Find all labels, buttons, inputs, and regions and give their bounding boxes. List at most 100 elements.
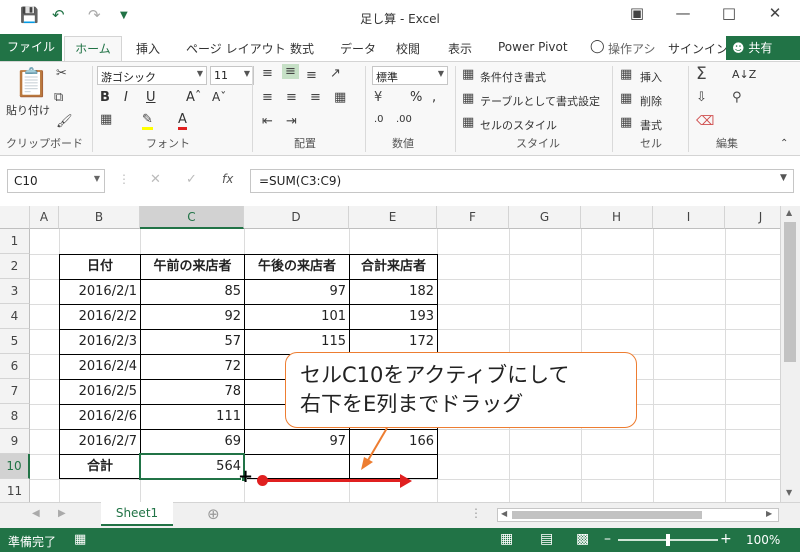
column-header[interactable]: B (59, 206, 140, 229)
increase-decimal-icon[interactable]: .0 (374, 114, 384, 125)
font-name-combo[interactable]: 游ゴシック ▼ (97, 66, 207, 85)
tab-view[interactable]: 表示 (448, 40, 472, 57)
font-color-icon[interactable]: A (178, 112, 187, 130)
table-header[interactable]: 午前の来店者 (141, 254, 244, 279)
new-sheet-icon[interactable]: ⊕ (207, 505, 220, 523)
format-as-table-button[interactable]: テーブルとして書式設定 (480, 93, 600, 109)
borders-icon[interactable]: ▦ (100, 112, 112, 127)
bold-icon[interactable]: B (100, 90, 110, 105)
scroll-thumb[interactable] (784, 222, 796, 362)
format-painter-icon[interactable]: 🖌 (56, 114, 73, 129)
find-select-icon[interactable]: ⚲ (732, 90, 742, 105)
cut-icon[interactable]: ✂ (56, 66, 67, 81)
row-header[interactable]: 1 (0, 229, 30, 254)
align-right-icon[interactable]: ≡ (310, 90, 321, 105)
morning-cell[interactable]: 85 (141, 279, 244, 304)
hscroll-thumb[interactable] (512, 511, 702, 519)
tab-data[interactable]: データ (340, 40, 376, 57)
macro-record-icon[interactable]: ▦ (74, 532, 86, 547)
scroll-right-icon[interactable]: ▶ (766, 509, 772, 518)
row-header[interactable]: 3 (0, 279, 30, 304)
increase-indent-icon[interactable]: ⇥ (286, 114, 297, 129)
morning-cell[interactable]: 78 (141, 379, 244, 404)
date-cell[interactable]: 2016/2/5 (60, 379, 140, 404)
row-header-selected[interactable]: 10 (0, 454, 30, 479)
tab-review[interactable]: 校閲 (396, 40, 420, 57)
zoom-out-icon[interactable]: – (604, 531, 611, 547)
expand-formula-icon[interactable]: ▼ (780, 173, 787, 183)
align-bottom-icon[interactable]: ≡ (306, 68, 317, 83)
total-cell[interactable]: 172 (350, 329, 437, 354)
orientation-icon[interactable]: ↗ (330, 66, 341, 81)
column-header[interactable]: A (30, 206, 59, 229)
format-cells-button[interactable]: 書式 (640, 117, 662, 133)
align-center-icon[interactable]: ≡ (286, 90, 297, 105)
page-break-view-icon[interactable]: ▩ (576, 531, 589, 547)
italic-icon[interactable]: I (124, 90, 128, 105)
afternoon-cell[interactable]: 115 (245, 329, 349, 354)
column-header[interactable]: F (437, 206, 509, 229)
normal-view-icon[interactable]: ▦ (500, 531, 513, 547)
date-cell[interactable]: 2016/2/6 (60, 404, 140, 429)
table-header[interactable]: 合計来店者 (350, 254, 437, 279)
morning-cell[interactable]: 69 (141, 429, 244, 454)
fill-icon[interactable]: ⇩ (696, 90, 707, 105)
delete-cells-button[interactable]: 削除 (640, 93, 662, 109)
tab-formulas[interactable]: 数式 (290, 40, 314, 57)
afternoon-cell[interactable]: 101 (245, 304, 349, 329)
comma-icon[interactable]: , (432, 90, 436, 105)
table-header[interactable]: 日付 (60, 254, 140, 279)
insert-cells-button[interactable]: 挿入 (640, 69, 662, 85)
column-header[interactable]: D (244, 206, 349, 229)
total-cell[interactable]: 193 (350, 304, 437, 329)
font-size-combo[interactable]: 11 ▼ (210, 66, 254, 85)
column-header[interactable]: H (581, 206, 653, 229)
percent-icon[interactable]: % (410, 90, 422, 105)
row-header[interactable]: 8 (0, 404, 30, 429)
column-header[interactable]: G (509, 206, 581, 229)
scroll-left-icon[interactable]: ◀ (501, 509, 507, 518)
column-header[interactable]: E (349, 206, 437, 229)
merge-center-icon[interactable]: ▦ (334, 90, 346, 105)
ribbon-display-icon[interactable]: ▣ (622, 4, 652, 22)
tab-page-layout[interactable]: ページ レイアウト (186, 40, 286, 57)
insert-function-icon[interactable]: fx (222, 172, 233, 186)
total-cell[interactable]: 182 (350, 279, 437, 304)
scroll-up-icon[interactable]: ▲ (786, 208, 792, 217)
fill-color-icon[interactable]: ✎ (142, 112, 153, 130)
prev-sheet-icon[interactable]: ◀ (32, 508, 40, 519)
tab-power-pivot[interactable]: Power Pivot (498, 40, 568, 54)
column-header[interactable]: I (653, 206, 725, 229)
tab-file[interactable]: ファイル (0, 34, 62, 61)
row-header[interactable]: 7 (0, 379, 30, 404)
tab-home[interactable]: ホーム (64, 36, 122, 62)
row-header[interactable]: 5 (0, 329, 30, 354)
autosum-icon[interactable]: Σ (696, 64, 707, 84)
clear-icon[interactable]: ⌫ (696, 114, 714, 129)
cancel-icon[interactable]: ✕ (150, 172, 161, 187)
date-cell[interactable]: 2016/2/7 (60, 429, 140, 454)
collapse-ribbon-icon[interactable]: ⌃ (780, 138, 788, 149)
number-format-combo[interactable]: 標準 ▼ (372, 66, 448, 85)
date-cell[interactable]: 2016/2/4 (60, 354, 140, 379)
decrease-indent-icon[interactable]: ⇤ (262, 114, 273, 129)
morning-cell[interactable]: 111 (141, 404, 244, 429)
column-header-selected[interactable]: C (140, 206, 244, 229)
zoom-in-icon[interactable]: + (720, 531, 732, 547)
grow-font-icon[interactable]: Aˆ (186, 90, 201, 105)
conditional-format-button[interactable]: 条件付き書式 (480, 69, 546, 85)
align-top-icon[interactable]: ≡ (262, 66, 273, 81)
shrink-font-icon[interactable]: Aˇ (212, 90, 226, 104)
row-header[interactable]: 6 (0, 354, 30, 379)
row-header[interactable]: 4 (0, 304, 30, 329)
paste-icon[interactable]: 📋 (14, 66, 49, 99)
row-header[interactable]: 11 (0, 479, 30, 502)
decrease-decimal-icon[interactable]: .00 (396, 114, 412, 125)
afternoon-cell[interactable]: 97 (245, 279, 349, 304)
zoom-level[interactable]: 100% (746, 533, 780, 547)
tell-me-box[interactable]: 操作アシ (608, 40, 656, 57)
row-header[interactable]: 9 (0, 429, 30, 454)
next-sheet-icon[interactable]: ▶ (58, 508, 66, 519)
date-cell[interactable]: 2016/2/2 (60, 304, 140, 329)
formula-input[interactable]: =SUM(C3:C9) (250, 169, 794, 193)
